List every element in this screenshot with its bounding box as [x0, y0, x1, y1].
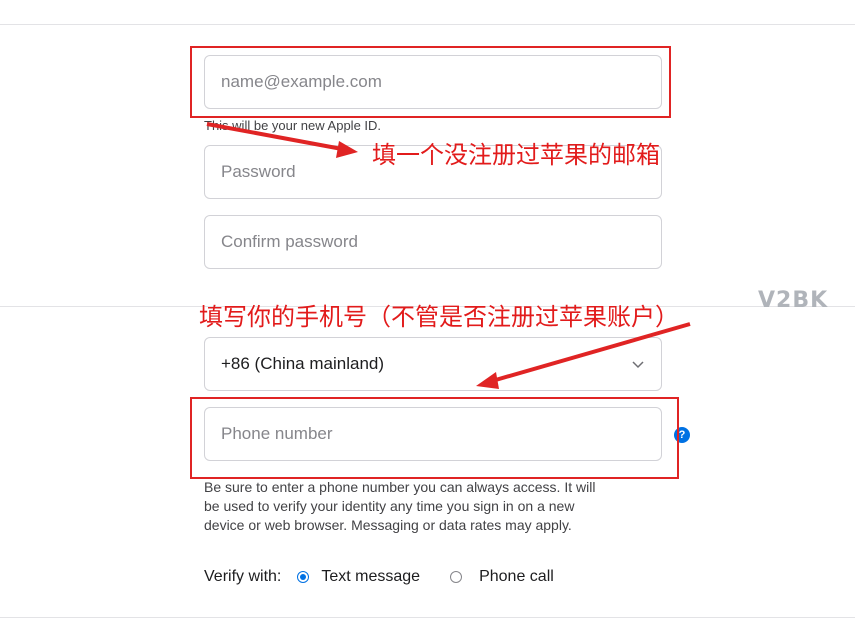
watermark: V2BK — [758, 288, 829, 313]
phone-arrow — [491, 322, 691, 383]
email-arrow-head — [336, 141, 358, 158]
email-arrow — [206, 122, 343, 151]
annotation-arrows — [206, 122, 691, 389]
phone-arrow-head — [476, 372, 499, 389]
